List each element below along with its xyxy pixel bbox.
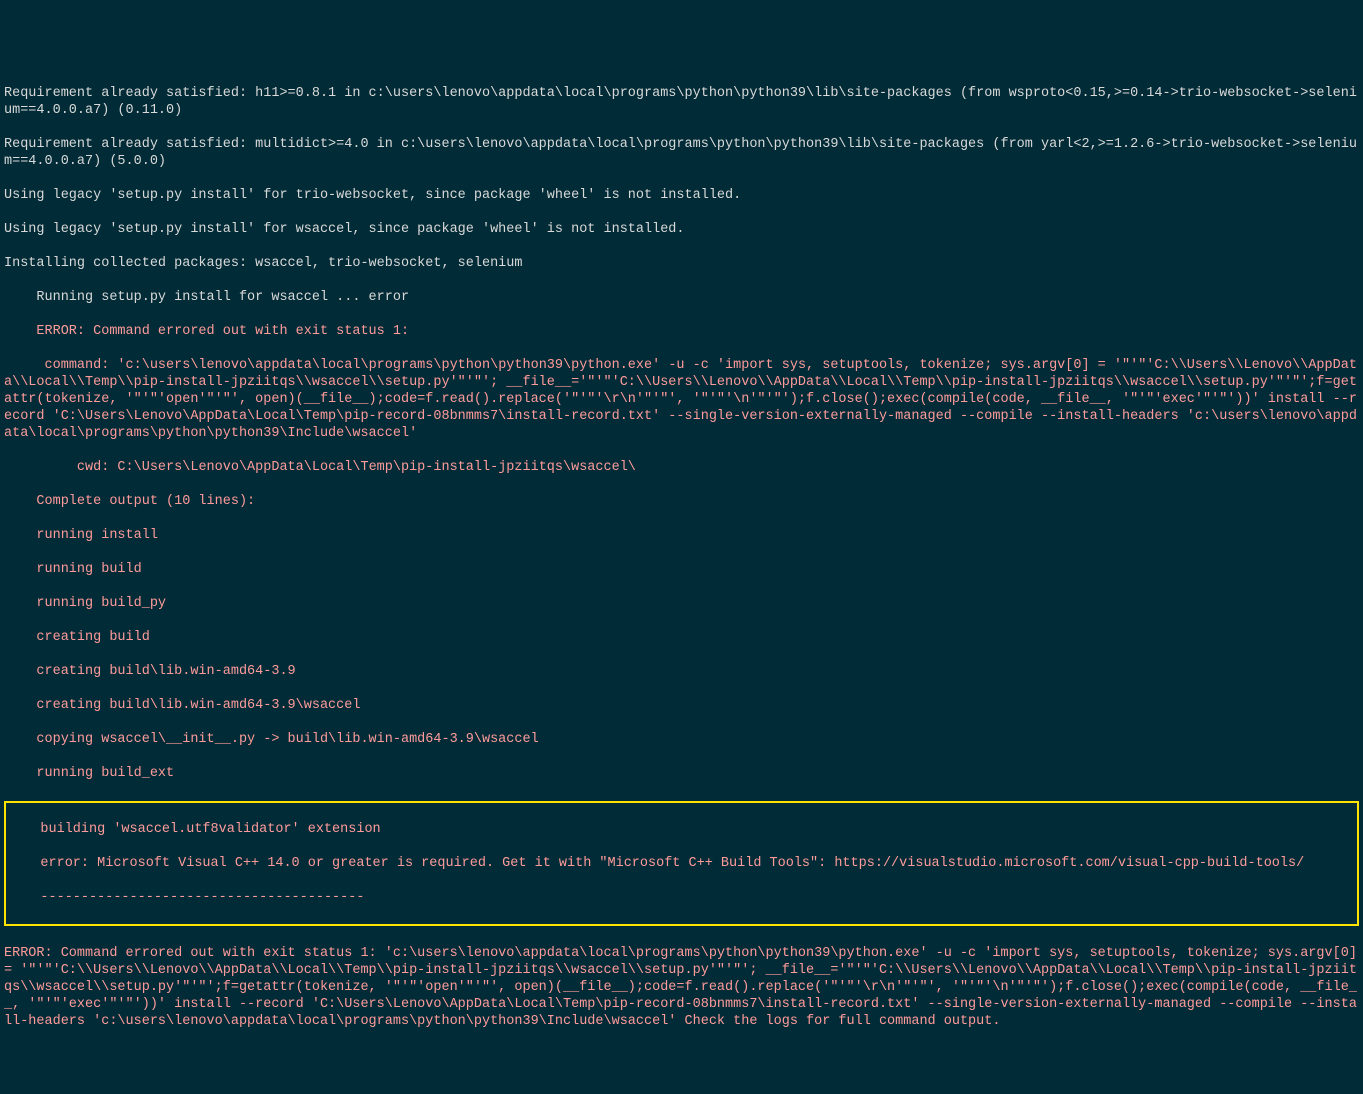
critical-error-line: error: Microsoft Visual C++ 14.0 or grea… [8, 855, 1355, 872]
highlighted-error-box: building 'wsaccel.utf8validator' extensi… [4, 801, 1359, 926]
error-line: ERROR: Command errored out with exit sta… [4, 323, 1359, 340]
error-line: cwd: C:\Users\Lenovo\AppData\Local\Temp\… [4, 459, 1359, 476]
error-line: command: 'c:\users\lenovo\appdata\local\… [4, 357, 1359, 442]
output-line: Using legacy 'setup.py install' for wsac… [4, 221, 1359, 238]
error-line: creating build [4, 629, 1359, 646]
error-line: creating build\lib.win-amd64-3.9\wsaccel [4, 697, 1359, 714]
error-line: running build_ext [4, 765, 1359, 782]
error-line: copying wsaccel\__init__.py -> build\lib… [4, 731, 1359, 748]
error-line: running build [4, 561, 1359, 578]
error-line: running install [4, 527, 1359, 544]
error-line: running build_py [4, 595, 1359, 612]
error-line: creating build\lib.win-amd64-3.9 [4, 663, 1359, 680]
output-line: Using legacy 'setup.py install' for trio… [4, 187, 1359, 204]
output-line: Installing collected packages: wsaccel, … [4, 255, 1359, 272]
output-line: Requirement already satisfied: multidict… [4, 136, 1359, 170]
error-line: Complete output (10 lines): [4, 493, 1359, 510]
error-summary-line: ERROR: Command errored out with exit sta… [4, 945, 1359, 1030]
separator-line: ---------------------------------------- [8, 889, 1355, 906]
terminal-output[interactable]: Requirement already satisfied: h11>=0.8.… [0, 68, 1363, 1047]
output-line: Running setup.py install for wsaccel ...… [4, 289, 1359, 306]
output-line: Requirement already satisfied: h11>=0.8.… [4, 85, 1359, 119]
error-line: building 'wsaccel.utf8validator' extensi… [8, 821, 1355, 838]
